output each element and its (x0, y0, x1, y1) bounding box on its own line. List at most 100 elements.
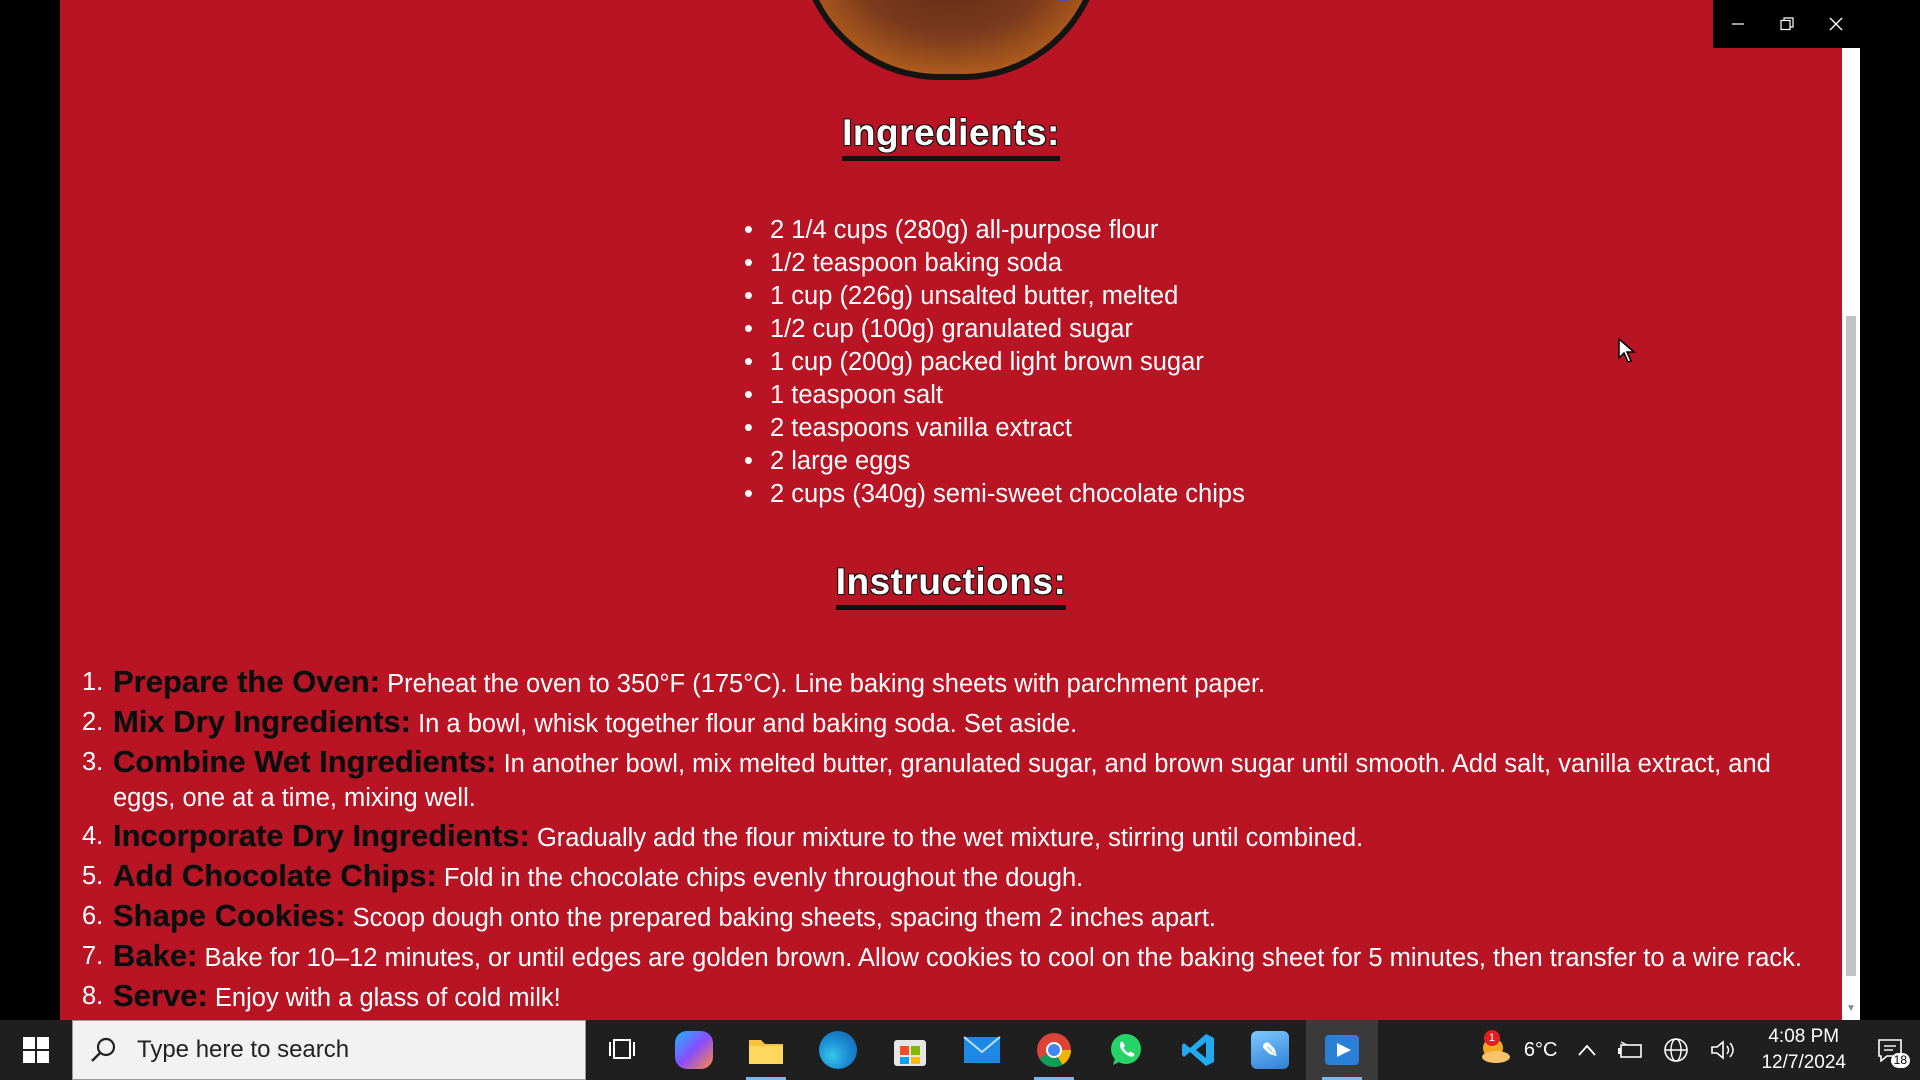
step-title: Add Chocolate Chips: (113, 858, 437, 893)
list-item: 1/2 teaspoon baking soda (740, 247, 1245, 280)
step-title: Combine Wet Ingredients: (113, 744, 497, 779)
taskbar: Type here to search ✎ 1 6°C 4:08 PM 12/7… (0, 1020, 1920, 1080)
list-item: 2 teaspoons vanilla extract (740, 412, 1245, 445)
ingredients-heading-text: Ingredients: (842, 112, 1060, 161)
instructions-heading: Instructions: (60, 561, 1842, 610)
list-item: 1 cup (226g) unsalted butter, melted (740, 280, 1245, 313)
battery-icon (1618, 1041, 1643, 1058)
media-player-icon (1325, 1035, 1359, 1065)
windows-logo-icon (23, 1037, 49, 1063)
chrome-icon (1037, 1033, 1071, 1067)
instruction-step: 1. Prepare the Oven: Preheat the oven to … (60, 665, 1842, 701)
chevron-up-icon (1578, 1044, 1597, 1056)
network-button[interactable] (1653, 1020, 1699, 1080)
volume-button[interactable] (1699, 1020, 1747, 1080)
step-number: 7. (82, 942, 104, 970)
mouse-cursor-icon (1618, 338, 1636, 363)
step-title: Serve: (113, 978, 208, 1013)
step-title: Mix Dry Ingredients: (113, 704, 411, 739)
minimize-button[interactable] (1713, 0, 1762, 48)
file-explorer-button[interactable] (730, 1020, 802, 1080)
list-item: 2 1/4 cups (280g) all-purpose flour (740, 214, 1245, 247)
step-text: Scoop dough onto the prepared baking she… (345, 904, 1216, 932)
globe-icon (1664, 1038, 1689, 1062)
window-controls (1713, 0, 1860, 48)
restore-icon (1779, 17, 1794, 31)
step-number: 4. (82, 822, 104, 850)
copilot-icon (675, 1031, 713, 1069)
step-number: 3. (82, 748, 104, 776)
close-button[interactable] (1811, 0, 1860, 48)
speaker-icon (1711, 1040, 1735, 1060)
cookie-image (799, 0, 1103, 80)
list-item: 2 cups (340g) semi-sweet chocolate chips (740, 478, 1245, 511)
show-hidden-icons-button[interactable] (1567, 1020, 1607, 1080)
scroll-down-arrow-icon[interactable]: ▼ (1842, 998, 1860, 1020)
chrome-button[interactable] (1018, 1020, 1090, 1080)
step-number: 2. (82, 708, 104, 736)
instruction-step: 3. Combine Wet Ingredients: In another bo… (60, 745, 1842, 815)
system-tray: 1 6°C 4:08 PM 12/7/2024 18 (1458, 1020, 1920, 1080)
whatsapp-button[interactable] (1090, 1020, 1162, 1080)
folder-icon (749, 1040, 783, 1064)
ingredients-list: 2 1/4 cups (280g) all-purpose flour 1/2 … (740, 214, 1245, 511)
list-item: 1/2 cup (100g) granulated sugar (740, 313, 1245, 346)
step-text: Fold in the chocolate chips evenly throu… (436, 864, 1084, 892)
step-text: Preheat the oven to 350°F (175°C). Line … (380, 670, 1266, 698)
instruction-step: 7. Bake: Bake for 10–12 minutes, or until… (60, 939, 1842, 975)
step-number: 1. (82, 668, 104, 696)
mail-button[interactable] (946, 1020, 1018, 1080)
step-text: In a bowl, whisk together flour and baki… (411, 710, 1078, 738)
restore-button[interactable] (1762, 0, 1811, 48)
task-view-button[interactable] (586, 1020, 658, 1080)
store-icon (894, 1040, 926, 1066)
taskbar-search-box[interactable]: Type here to search (72, 1020, 586, 1080)
paint-icon: ✎ (1251, 1031, 1289, 1069)
instructions-heading-text: Instructions: (835, 561, 1067, 610)
desktop-screen: Ingredients: 2 1/4 cups (280g) all-purpo… (0, 0, 1920, 1080)
instruction-step: 5. Add Chocolate Chips: Fold in the choco… (60, 859, 1842, 895)
instruction-step: 2. Mix Dry Ingredients: In a bowl, whisk … (60, 705, 1842, 741)
close-icon (1829, 17, 1842, 31)
instruction-step: 8. Serve: Enjoy with a glass of cold milk… (60, 979, 1842, 1015)
search-placeholder: Type here to search (137, 1036, 350, 1063)
step-title: Incorporate Dry Ingredients: (113, 818, 530, 853)
weather-widget[interactable]: 1 6°C (1458, 1020, 1568, 1080)
vscode-button[interactable] (1162, 1020, 1234, 1080)
vscode-icon (1182, 1034, 1214, 1066)
step-number: 6. (82, 902, 104, 930)
step-number: 5. (82, 862, 104, 890)
step-title: Bake: (113, 938, 198, 973)
step-text: Gradually add the flour mixture to the w… (529, 824, 1364, 852)
notification-count: 18 (1890, 1053, 1910, 1068)
media-player-button[interactable] (1306, 1020, 1378, 1080)
vertical-scrollbar[interactable]: ▼ (1842, 48, 1860, 1020)
notification-center-button[interactable]: 18 (1860, 1020, 1920, 1080)
list-item: 2 large eggs (740, 445, 1245, 478)
edge-icon (819, 1031, 857, 1069)
weather-badge: 1 (1483, 1030, 1500, 1046)
mail-icon (963, 1036, 1001, 1063)
recipe-page: Ingredients: 2 1/4 cups (280g) all-purpo… (60, 0, 1842, 1020)
microsoft-store-button[interactable] (874, 1020, 946, 1080)
step-title: Prepare the Oven: (113, 664, 381, 699)
instruction-step: 6. Shape Cookies: Scoop dough onto the pr… (60, 899, 1842, 935)
edge-button[interactable] (802, 1020, 874, 1080)
minimize-icon (1731, 23, 1744, 25)
step-text: Bake for 10–12 minutes, or until edges a… (197, 944, 1803, 972)
task-view-icon (609, 1039, 635, 1059)
paint-button[interactable]: ✎ (1234, 1020, 1306, 1080)
search-icon (91, 1037, 116, 1062)
scrollbar-thumb[interactable] (1846, 316, 1856, 976)
step-number: 8. (82, 982, 104, 1010)
list-item: 1 cup (200g) packed light brown sugar (740, 346, 1245, 379)
instructions-list: 1. Prepare the Oven: Preheat the oven to … (60, 665, 1842, 1019)
step-text: Enjoy with a glass of cold milk! (207, 984, 561, 1012)
copilot-button[interactable] (658, 1020, 730, 1080)
step-title: Shape Cookies: (113, 898, 346, 933)
whatsapp-icon (1111, 1034, 1141, 1065)
battery-button[interactable] (1607, 1020, 1653, 1080)
weather-temp: 6°C (1523, 1038, 1558, 1061)
start-button[interactable] (0, 1020, 72, 1080)
clock[interactable]: 4:08 PM 12/7/2024 (1747, 1020, 1860, 1080)
